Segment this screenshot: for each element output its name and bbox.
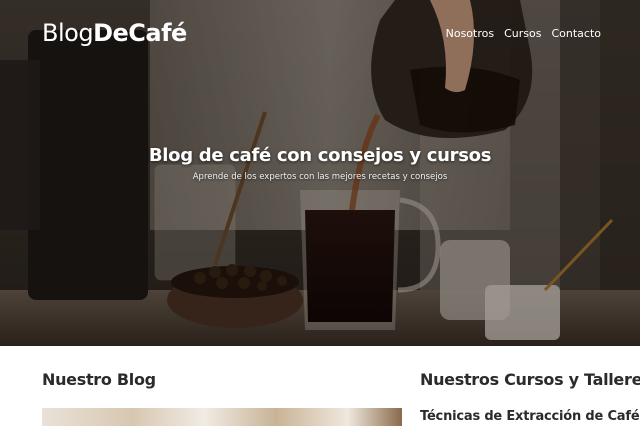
logo-text-bold: DeCafé — [93, 19, 187, 47]
main-content: Nuestro Blog Nuestros Cursos y Talleres … — [0, 346, 640, 426]
site-logo[interactable]: BlogDeCafé — [42, 19, 187, 47]
blog-heading: Nuestro Blog — [42, 370, 156, 389]
course-title-link[interactable]: Técnicas de Extracción de Café — [420, 409, 640, 424]
hero-subtitle: Aprende de los expertos con las mejores … — [192, 172, 448, 182]
blog-post-image[interactable] — [42, 408, 402, 426]
main-nav: Nosotros Cursos Contacto — [446, 27, 601, 40]
nav-link-contacto[interactable]: Contacto — [551, 27, 601, 40]
hero-title: Blog de café con consejos y cursos — [148, 145, 492, 166]
logo-text-regular: Blog — [42, 19, 94, 47]
hero-section: BlogDeCafé Nosotros Cursos Contacto Blog… — [0, 0, 640, 346]
nav-link-cursos[interactable]: Cursos — [504, 27, 541, 40]
courses-heading: Nuestros Cursos y Talleres — [420, 370, 640, 389]
top-navbar: BlogDeCafé Nosotros Cursos Contacto — [0, 0, 640, 64]
nav-link-nosotros[interactable]: Nosotros — [446, 27, 494, 40]
